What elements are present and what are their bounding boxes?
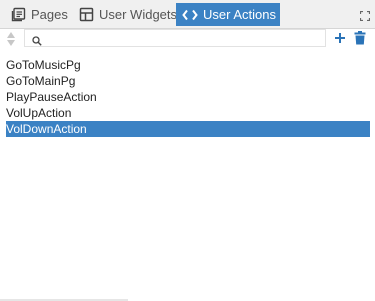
actions-list: GoToMusicPg GoToMainPg PlayPauseAction V… — [6, 57, 370, 137]
tab-user-actions[interactable]: User Actions — [176, 3, 280, 26]
tab-pages-label: Pages — [31, 7, 68, 22]
list-item[interactable]: VolUpAction — [6, 105, 370, 121]
sort-icon[interactable] — [6, 30, 16, 48]
maximize-icon[interactable] — [359, 8, 371, 22]
tab-bar: Pages User Widgets User Actions — [0, 0, 375, 29]
add-action-button[interactable] — [333, 31, 347, 45]
user-actions-panel: Pages User Widgets User Actions GoToMusi… — [0, 0, 375, 301]
delete-action-button[interactable] — [354, 31, 366, 45]
list-item-selected[interactable]: VolDownAction — [6, 121, 370, 137]
search-box — [24, 29, 326, 47]
search-input[interactable] — [45, 30, 323, 46]
plus-icon — [335, 33, 345, 43]
search-icon — [32, 33, 42, 46]
tab-user-widgets-label: User Widgets — [99, 7, 178, 22]
tab-pages[interactable]: Pages — [6, 3, 72, 26]
code-icon — [182, 7, 198, 23]
tab-user-actions-label: User Actions — [203, 7, 276, 22]
list-item[interactable]: GoToMainPg — [6, 73, 370, 89]
tab-user-widgets[interactable]: User Widgets — [74, 3, 178, 26]
pages-icon — [10, 7, 26, 23]
widgets-icon — [78, 7, 94, 23]
list-item[interactable]: PlayPauseAction — [6, 89, 370, 105]
trash-icon — [354, 31, 366, 45]
actions-toolbar — [0, 28, 375, 50]
list-item[interactable]: GoToMusicPg — [6, 57, 370, 73]
